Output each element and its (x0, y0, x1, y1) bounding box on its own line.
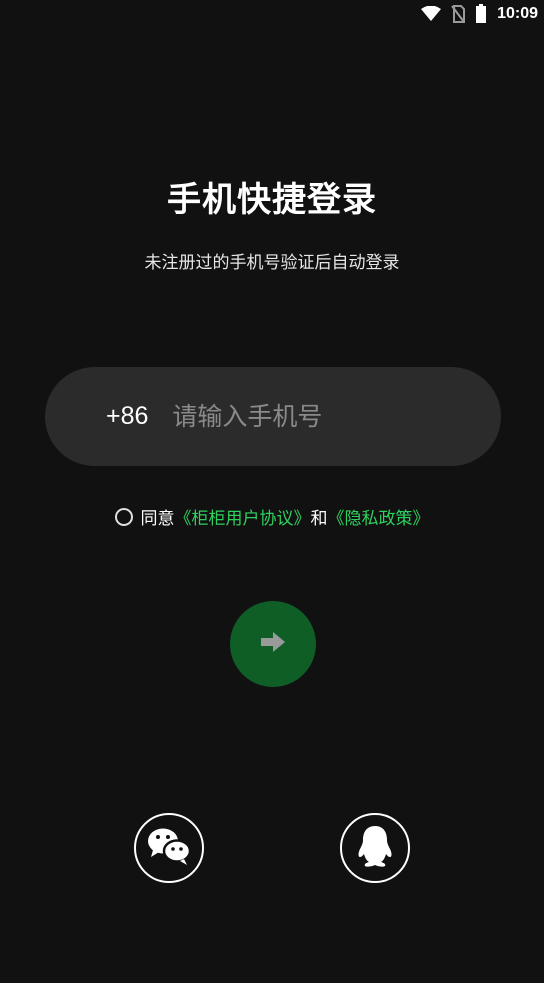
page-subtitle: 未注册过的手机号验证后自动登录 (144, 253, 400, 273)
no-sim-icon (451, 5, 466, 23)
battery-icon (475, 4, 487, 24)
privacy-policy-link[interactable]: 《隐私政策》 (328, 504, 430, 529)
phone-input-container[interactable]: +86 (45, 367, 501, 466)
page-title: 手机快捷登录 (167, 180, 377, 220)
submit-button[interactable] (230, 601, 316, 687)
wechat-icon (146, 826, 192, 870)
arrow-right-icon (260, 631, 286, 657)
agreement-radio[interactable] (114, 507, 133, 526)
status-time: 10:09 (497, 5, 538, 22)
agreement-conjunction: 和 (310, 509, 328, 529)
qq-login-button[interactable] (340, 813, 410, 883)
login-screen: 10:09 手机快捷登录 未注册过的手机号验证后自动登录 +86 同意 《柜柜用… (0, 0, 544, 983)
country-code[interactable]: +86 (106, 402, 148, 431)
agreement-row: 同意 《柜柜用户协议》 和 《隐私政策》 (0, 504, 544, 529)
qq-icon (355, 824, 395, 872)
user-agreement-link[interactable]: 《柜柜用户协议》 (175, 504, 311, 529)
status-bar: 10:09 (421, 0, 544, 28)
wechat-login-button[interactable] (134, 813, 204, 883)
wifi-icon (421, 6, 442, 22)
phone-input[interactable] (170, 401, 435, 432)
agreement-prefix: 同意 (140, 509, 175, 529)
